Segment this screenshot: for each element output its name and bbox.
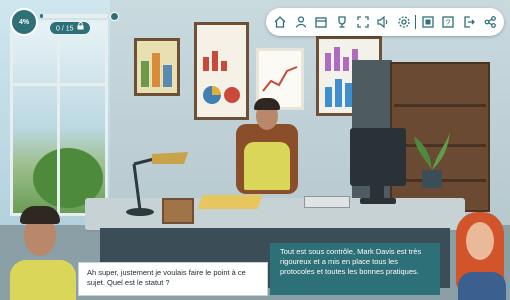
colleague-character	[450, 208, 510, 300]
npc-dialog-bubble[interactable]: Tout est sous contrôle, Mark Davis est t…	[270, 243, 440, 295]
player-dialog-text: Ah super, justement je voulais faire le …	[87, 268, 246, 287]
home-icon[interactable]	[271, 13, 289, 31]
npc-dialog-text: Tout est sous contrôle, Mark Davis est t…	[280, 247, 422, 276]
wall-picture-city	[134, 38, 180, 96]
exit-icon[interactable]	[460, 13, 478, 31]
fullscreen-icon[interactable]	[354, 13, 372, 31]
trophy-icon[interactable]	[333, 13, 351, 31]
computer-monitor	[346, 128, 410, 208]
gallery-icon[interactable]	[419, 13, 437, 31]
photo-frame	[162, 198, 194, 224]
player-character	[6, 200, 76, 300]
document-folders	[197, 195, 263, 209]
progress-indicator: 4% 0 / 15	[10, 8, 119, 36]
progress-end-dot	[110, 12, 119, 21]
plant	[412, 130, 452, 190]
manager-character	[232, 96, 302, 206]
score-label: 0 / 15	[56, 25, 74, 33]
help-icon[interactable]: ?	[439, 13, 457, 31]
score-pill: 0 / 15	[50, 22, 91, 35]
office-scene: 4% 0 / 15 ? Ah super, justement je voula…	[0, 0, 510, 300]
calendar-icon[interactable]	[312, 13, 330, 31]
sound-icon[interactable]	[374, 13, 392, 31]
settings-icon[interactable]	[395, 13, 413, 31]
keyboard	[304, 196, 350, 208]
player-dialog-bubble[interactable]: Ah super, justement je voulais faire le …	[78, 262, 268, 296]
progress-fill	[40, 14, 43, 18]
user-icon[interactable]	[292, 13, 310, 31]
share-icon[interactable]	[481, 13, 499, 31]
lock-icon	[77, 22, 84, 35]
progress-track	[40, 14, 108, 18]
office-window	[10, 20, 108, 216]
svg-text:?: ?	[446, 19, 451, 28]
toolbar-separator	[415, 15, 417, 29]
progress-percent: 4%	[10, 8, 38, 36]
top-toolbar: ?	[266, 8, 504, 36]
